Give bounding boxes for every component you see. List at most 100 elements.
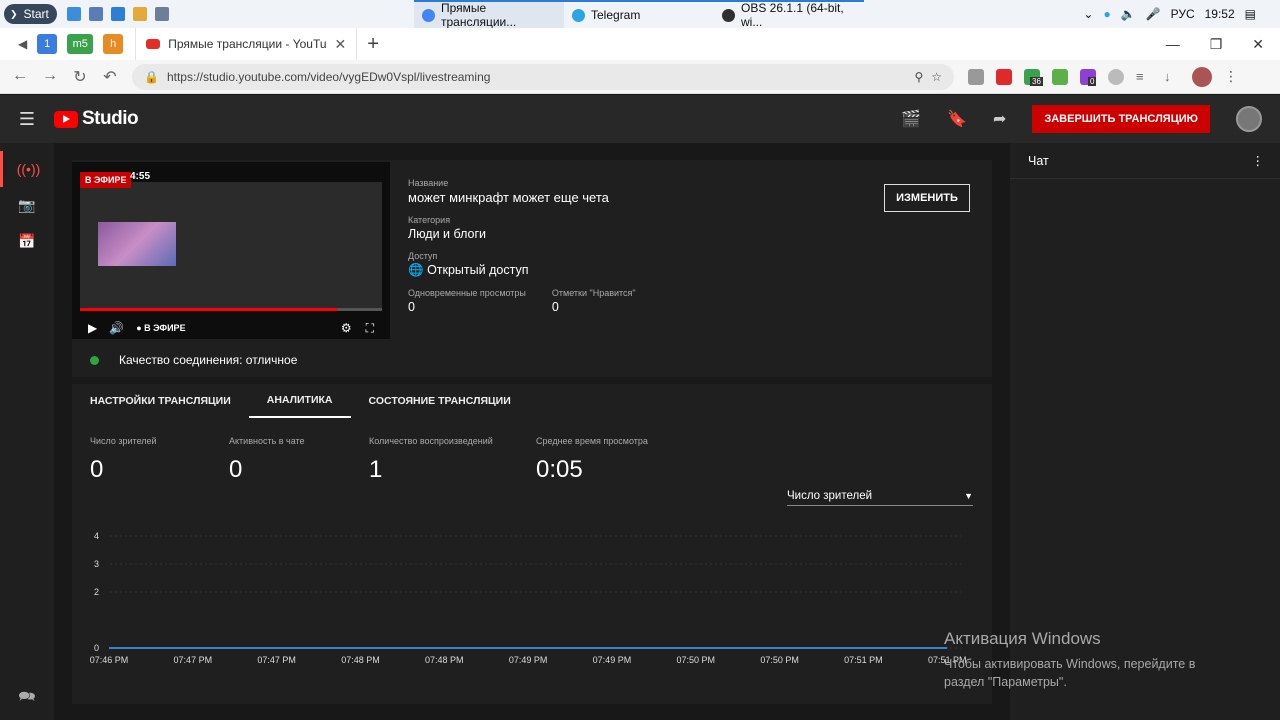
progress-fill <box>80 308 337 311</box>
url-field[interactable]: 🔒 https://studio.youtube.com/video/vygED… <box>132 63 954 90</box>
watermark-title: Активация Windows <box>944 629 1101 648</box>
metric-chat-activity: Активность в чате 0 <box>229 436 369 484</box>
volume-icon[interactable]: 🔊 <box>109 321 124 335</box>
analytics-panel: НАСТРОЙКИ ТРАНСЛЯЦИИ АНАЛИТИКА СОСТОЯНИЕ… <box>72 384 992 704</box>
share-icon[interactable]: ➦ <box>993 109 1006 129</box>
tab-stream-health[interactable]: СОСТОЯНИЕ ТРАНСЛЯЦИИ <box>369 384 511 418</box>
back-icon[interactable]: ← <box>12 67 28 87</box>
clapperboard-icon[interactable]: 🎬 <box>901 109 921 129</box>
quicklaunch-gear-icon[interactable] <box>66 7 81 21</box>
metric-select[interactable]: Число зрителей ▼ <box>787 486 973 506</box>
elapsed-time: 4:55 <box>130 171 151 182</box>
tab-youtube-studio[interactable]: Прямые трансляции - YouTube ✕ <box>135 28 358 60</box>
pinned-tab-h[interactable]: h <box>103 34 124 54</box>
extension-adblock-icon[interactable] <box>996 68 1012 85</box>
chat-title: Чат <box>1028 153 1049 168</box>
live-indicator[interactable]: ● В ЭФИРЕ <box>136 323 185 333</box>
taskbar-app-label: Прямые трансляции... <box>441 1 517 29</box>
tab-close-icon[interactable]: ✕ <box>335 36 347 53</box>
tray-telegram-icon[interactable]: ● <box>1103 7 1110 21</box>
camera-icon[interactable]: 📷 <box>0 187 54 223</box>
language-indicator[interactable]: РУС <box>1171 7 1195 21</box>
stream-panel: В ЭФИРЕ 4:55 ▶ 🔊 ● В ЭФИРЕ ⚙ ⛶ Название … <box>72 160 992 377</box>
volume-icon[interactable]: 🔈 <box>1121 7 1136 21</box>
url-text: https://studio.youtube.com/video/vygEDw0… <box>166 69 491 84</box>
start-button[interactable]: ❯ Start <box>4 4 57 24</box>
play-icon[interactable]: ▶ <box>88 321 97 335</box>
metric-label: Активность в чате <box>229 436 305 446</box>
new-tab-icon[interactable]: + <box>367 33 379 56</box>
taskbar-app-obs[interactable]: OBS 26.1.1 (64-bit, wi... <box>714 0 864 29</box>
extension-green-icon[interactable] <box>1052 68 1068 85</box>
tab-audio-icon[interactable]: ◀ <box>18 37 27 51</box>
stream-tabs: НАСТРОЙКИ ТРАНСЛЯЦИИ АНАЛИТИКА СОСТОЯНИЕ… <box>72 384 992 418</box>
globe-icon: 🌐 <box>408 263 424 277</box>
zoom-icon[interactable]: ⚲ <box>914 70 923 84</box>
extension-purple-icon[interactable]: 0 <box>1080 68 1097 86</box>
pinned-tab-1[interactable]: 1 <box>37 34 58 54</box>
quicklaunch-document-icon[interactable] <box>88 7 103 21</box>
reload-icon[interactable]: ↻ <box>72 67 88 87</box>
reading-list-icon[interactable]: ≡ <box>1136 69 1152 85</box>
studio-header: ☰ Studio 🎬 🔖 ➦ ЗАВЕРШИТЬ ТРАНСЛЯЦИЮ <box>0 95 1280 143</box>
stream-preview[interactable]: В ЭФИРЕ 4:55 ▶ 🔊 ● В ЭФИРЕ ⚙ ⛶ <box>72 162 390 339</box>
status-dot-icon <box>90 355 99 365</box>
taskbar-app-telegram[interactable]: Telegram <box>564 0 714 28</box>
browser-menu-icon[interactable]: ⋮ <box>1224 68 1238 85</box>
bookmark-icon[interactable]: 🔖 <box>947 109 967 129</box>
taskbar-app-browser[interactable]: Прямые трансляции... <box>414 0 564 29</box>
system-tray: ⌄ ● 🔈 🎤 РУС 19:52 ▤ <box>1083 0 1280 28</box>
stream-stats: Одновременные просмотры 0 Отметки "Нрави… <box>408 288 636 324</box>
y-tick-label: 3 <box>94 559 99 569</box>
end-stream-button[interactable]: ЗАВЕРШИТЬ ТРАНСЛЯЦИЮ <box>1032 105 1210 133</box>
navigation-buttons: ← → ↻ ↶ <box>0 67 118 87</box>
clock[interactable]: 19:52 <box>1205 7 1235 21</box>
start-label: Start <box>23 7 49 21</box>
x-tick-label: 07:48 PM <box>425 655 464 665</box>
preview-progress[interactable] <box>80 308 382 311</box>
metric-value: 0 <box>90 456 104 483</box>
edit-button[interactable]: ИЗМЕНИТЬ <box>884 184 970 212</box>
studio-logo[interactable]: Studio <box>54 108 139 130</box>
x-tick-label: 07:49 PM <box>593 655 632 665</box>
tab-analytics[interactable]: АНАЛИТИКА <box>248 384 351 418</box>
metric-viewers: Число зрителей 0 <box>90 436 229 484</box>
menu-icon[interactable]: ☰ <box>0 109 54 130</box>
chat-more-icon[interactable]: ⋮ <box>1252 153 1265 168</box>
profile-avatar[interactable] <box>1192 66 1212 87</box>
window-close-icon[interactable]: ✕ <box>1252 36 1264 53</box>
feedback-icon[interactable]: 🗪 <box>0 686 54 710</box>
minimize-icon[interactable]: — <box>1166 36 1180 52</box>
watermark-line1: Чтобы активировать Windows, перейдите в <box>944 657 1196 671</box>
fullscreen-icon[interactable]: ⛶ <box>366 321 374 336</box>
live-broadcast-icon[interactable]: ((•)) <box>0 151 54 187</box>
calendar-icon[interactable]: 📅 <box>0 223 54 259</box>
forward-icon[interactable]: → <box>42 67 58 87</box>
x-tick-label: 07:49 PM <box>509 655 548 665</box>
quicklaunch-tools-icon[interactable] <box>154 7 169 21</box>
tab-stream-settings[interactable]: НАСТРОЙКИ ТРАНСЛЯЦИИ <box>90 384 231 418</box>
quicklaunch-download-icon[interactable] <box>110 7 125 21</box>
access-text: Открытый доступ <box>427 263 529 277</box>
channel-avatar[interactable] <box>1236 106 1262 132</box>
restore-icon[interactable]: ❐ <box>1210 36 1223 53</box>
tray-chevron-icon[interactable]: ⌄ <box>1083 7 1093 21</box>
extensions: 36 0 ≡ ↓ ⋮ <box>968 66 1238 87</box>
taskbar-app-label: Telegram <box>591 8 641 22</box>
undo-icon[interactable]: ↶ <box>102 67 118 87</box>
quicklaunch-folder-icon[interactable] <box>132 7 147 21</box>
connection-quality: Качество соединения: отличное <box>90 353 297 367</box>
start-arrow-icon: ❯ <box>10 8 18 19</box>
watermark-line2: раздел "Параметры". <box>944 675 1067 689</box>
settings-gear-icon[interactable]: ⚙ <box>341 321 352 336</box>
notifications-icon[interactable]: ▤ <box>1245 7 1256 21</box>
extension-globe-icon[interactable] <box>1108 68 1124 85</box>
extension-counter-icon[interactable]: 36 <box>1024 68 1043 86</box>
title-label: Название <box>408 178 449 188</box>
bookmark-star-icon[interactable]: ☆ <box>931 70 942 84</box>
pinned-tab-m5[interactable]: m5 <box>67 34 94 54</box>
microphone-icon[interactable]: 🎤 <box>1146 7 1161 21</box>
telegram-icon <box>572 8 585 22</box>
extension-screenshot-icon[interactable] <box>968 68 984 85</box>
downloads-icon[interactable]: ↓ <box>1164 69 1180 85</box>
